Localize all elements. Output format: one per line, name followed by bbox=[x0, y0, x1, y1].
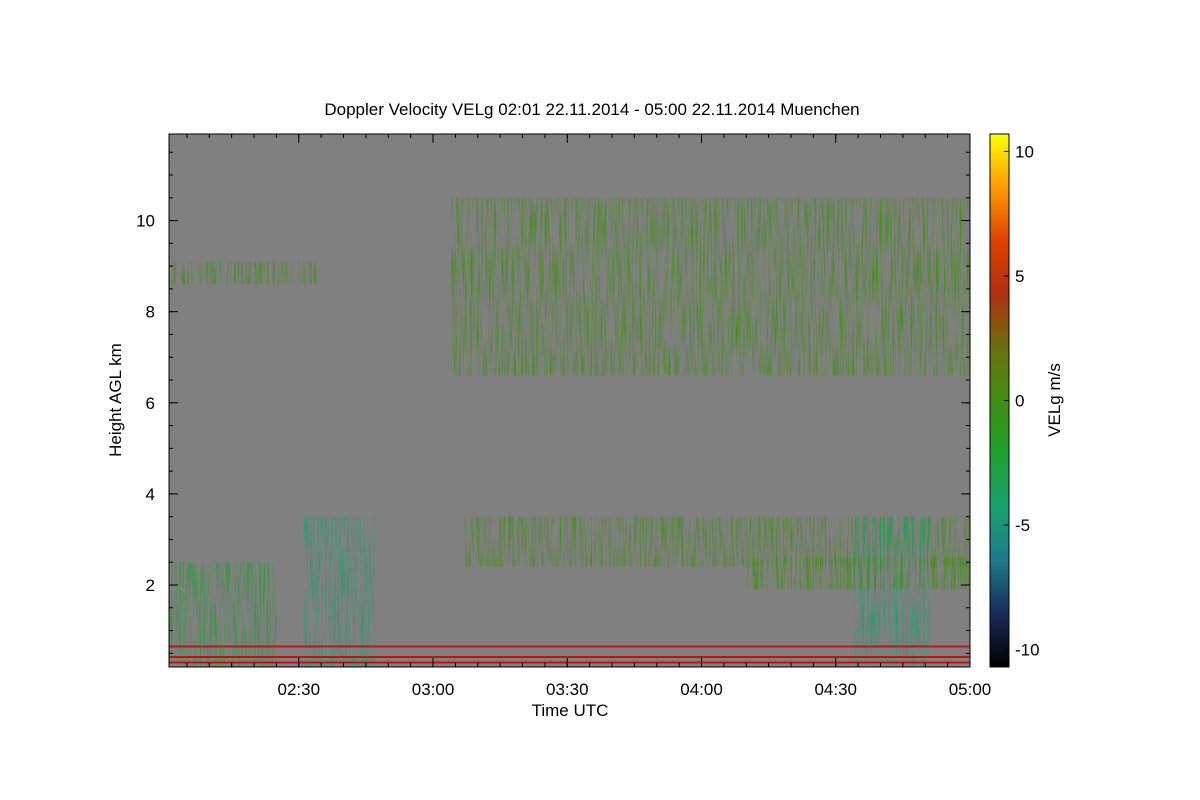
echo-low-cloud-left bbox=[169, 562, 277, 667]
x-tick-label: 03:00 bbox=[412, 680, 455, 699]
echo-precip-shaft-1 bbox=[303, 516, 375, 667]
colorbar-tick-label: 10 bbox=[1015, 142, 1034, 161]
colorbar-tick-label: 0 bbox=[1015, 392, 1024, 411]
y-axis-label: Height AGL km bbox=[106, 343, 125, 457]
echo-precip-shaft-2 bbox=[853, 516, 930, 667]
y-tick-label: 6 bbox=[146, 394, 155, 413]
x-tick-label: 02:30 bbox=[277, 680, 320, 699]
x-tick-label: 03:30 bbox=[546, 680, 589, 699]
y-tick-label: 2 bbox=[146, 576, 155, 595]
echo-upper-cloud-left bbox=[169, 261, 317, 285]
x-tick-label: 05:00 bbox=[949, 680, 992, 699]
echo-low-layer-right bbox=[746, 557, 970, 590]
x-tick-label: 04:30 bbox=[814, 680, 857, 699]
colorbar-tick-label: -10 bbox=[1015, 641, 1040, 660]
colorbar-tick-label: -5 bbox=[1015, 516, 1030, 535]
x-axis-label: Time UTC bbox=[532, 701, 609, 720]
y-tick-label: 10 bbox=[136, 212, 155, 231]
y-tick-label: 4 bbox=[146, 485, 155, 504]
y-tick-label: 8 bbox=[146, 303, 155, 322]
colorbar-label: VELg m/s bbox=[1045, 363, 1064, 437]
doppler-velocity-figure: Doppler Velocity VELg 02:01 22.11.2014 -… bbox=[106, 100, 1064, 720]
x-tick-label: 04:00 bbox=[680, 680, 723, 699]
echo-upper-cloud-right bbox=[450, 197, 970, 376]
colorbar-tick-label: 5 bbox=[1015, 267, 1024, 286]
chart-title: Doppler Velocity VELg 02:01 22.11.2014 -… bbox=[324, 100, 859, 119]
